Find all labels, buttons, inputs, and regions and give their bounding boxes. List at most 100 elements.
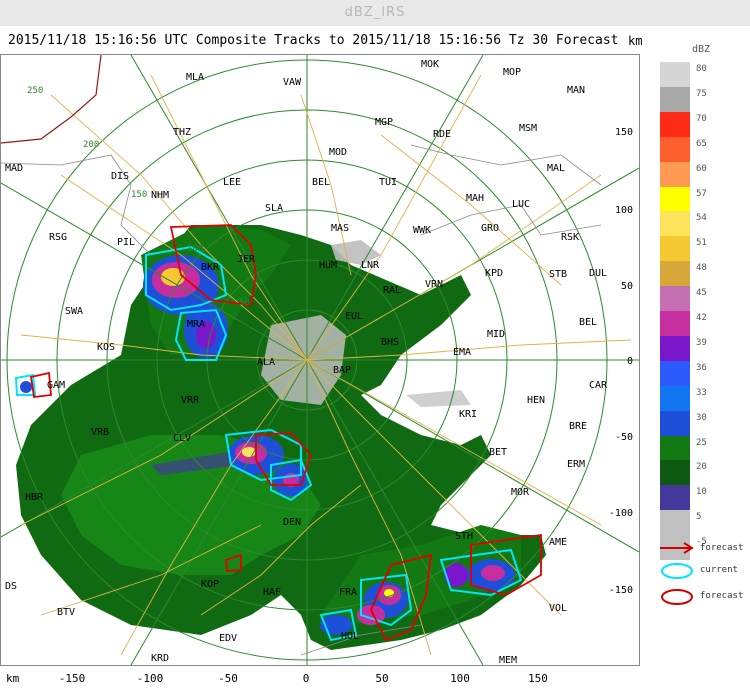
station-label: MAH [466,193,484,204]
radar-map-canvas[interactable]: MLA VAW MOK MOP MAN MGP THZ RDE MSM MOD MAL MAD DIS B… [1,55,639,665]
legend-swatch [660,435,690,461]
legend-symbol-arrow: forecast [658,540,750,560]
legend-label: 60 [696,163,707,174]
station-label: MAD [5,163,23,174]
x-tick-label: -100 [136,672,164,685]
legend-label: 10 [696,487,707,498]
legend-label: 75 [696,88,707,99]
station-label: DUL [589,268,607,279]
x-tick-label: 0 [302,672,310,685]
station-label: BEL [312,177,330,188]
station-label: KOS [97,342,115,353]
y-tick-label: 0 [627,356,633,367]
station-label: CAR [589,380,608,391]
station-label: MAL [547,163,565,174]
station-label: MID [487,329,505,340]
legend-label: 25 [696,437,707,448]
station-label: BET [489,447,507,458]
y-tick-label: -150 [609,585,633,596]
legend-swatch [660,236,690,262]
right-unit-label: km [628,34,643,48]
station-label: VAW [283,77,302,88]
station-label: LUC [512,199,530,210]
legend-title: dBZ [692,44,711,55]
station-label: BHS [381,337,399,348]
station-label: CLV [173,433,191,444]
station-label: TUI [379,177,397,188]
window-title: dBZ_IRS [0,0,750,26]
ring-label: 50 [239,298,250,308]
station-label: HOL [341,631,359,642]
x-tick-label: 100 [450,672,470,685]
legend-swatch [660,335,690,362]
station-label: DIS [111,171,129,182]
station-label: MOK [421,59,439,70]
station-label: MOR [511,487,530,498]
legend-label: 5 [696,512,702,523]
station-label: MLA [186,72,204,83]
legend-label: 42 [696,313,707,323]
station-label: MAS [331,223,349,234]
legend-symbol-label: current [700,565,738,575]
legend-label: 65 [696,138,707,149]
station-label: HEN [527,395,545,406]
ring-label: 100 [187,244,203,254]
y-tick-label: -50 [615,432,633,443]
country-border [1,55,102,144]
station-label: ERM [567,459,585,470]
legend-swatch [660,161,690,187]
legend-symbol-ellipse: current [658,562,750,582]
legend-label: 33 [696,387,707,398]
station-label: VRB [91,427,109,438]
station-label: FRA [339,587,357,598]
station-label: DEN [283,517,301,528]
station-label: MGP [375,117,393,128]
station-label: MSM [519,123,537,134]
legend-symbol-ellipse: forecast [658,588,750,608]
legend-swatch [660,510,690,536]
station-label: DS [5,581,17,592]
station-label: VRN [425,279,443,290]
station-label: KOP [201,579,219,590]
station-label: STH [455,531,473,542]
legend-swatch [660,311,690,337]
legend-label: 54 [696,213,707,224]
legend-swatch [660,261,690,287]
forecast-ellipse-icon [661,589,693,605]
station-label: HAF [263,587,281,598]
y-tick-label: -100 [609,508,633,519]
y-tick-label: 100 [615,205,633,216]
station-label: THZ [173,127,191,138]
station-label: LEE [223,177,241,188]
station-label: EUL [345,311,363,322]
legend-swatch [660,360,690,387]
legend-swatch [660,211,690,237]
legend-swatch [660,186,690,212]
ring-label: 250 [27,86,43,96]
legend-label: 80 [696,64,707,74]
y-tick-label: 150 [615,127,633,138]
station-label: VRR [181,395,200,406]
station-label: BTV [57,607,75,618]
station-label: VOL [549,603,567,614]
legend-swatch [660,62,690,88]
x-tick-label: 150 [528,672,548,685]
station-label: HBR [25,492,44,503]
station-label: SWA [65,306,83,317]
legend-label: 39 [696,337,707,348]
legend-label: 70 [696,113,707,124]
dbz-legend: dBZ 80 75 70 65 60 57 54 51 48 45 42 39 36 33 30 25 20 10… [656,44,750,605]
station-label: RSK [561,232,579,243]
x-tick-label: -150 [58,672,86,685]
station-label: STB [549,269,567,280]
x-tick-label: -50 [218,672,238,685]
x-tick-label: 50 [375,672,389,685]
x-unit-label: km [6,672,20,685]
station-label: AME [549,537,567,548]
station-label: PIL [117,237,135,248]
station-label: KRD [151,653,169,664]
station-label: MRA [187,319,205,330]
station-label: KPD [485,268,503,279]
radar-map[interactable]: MLA VAW MOK MOP MAN MGP THZ RDE MSM MOD MAL MAD DIS B… [0,54,640,666]
legend-swatch [660,385,690,412]
